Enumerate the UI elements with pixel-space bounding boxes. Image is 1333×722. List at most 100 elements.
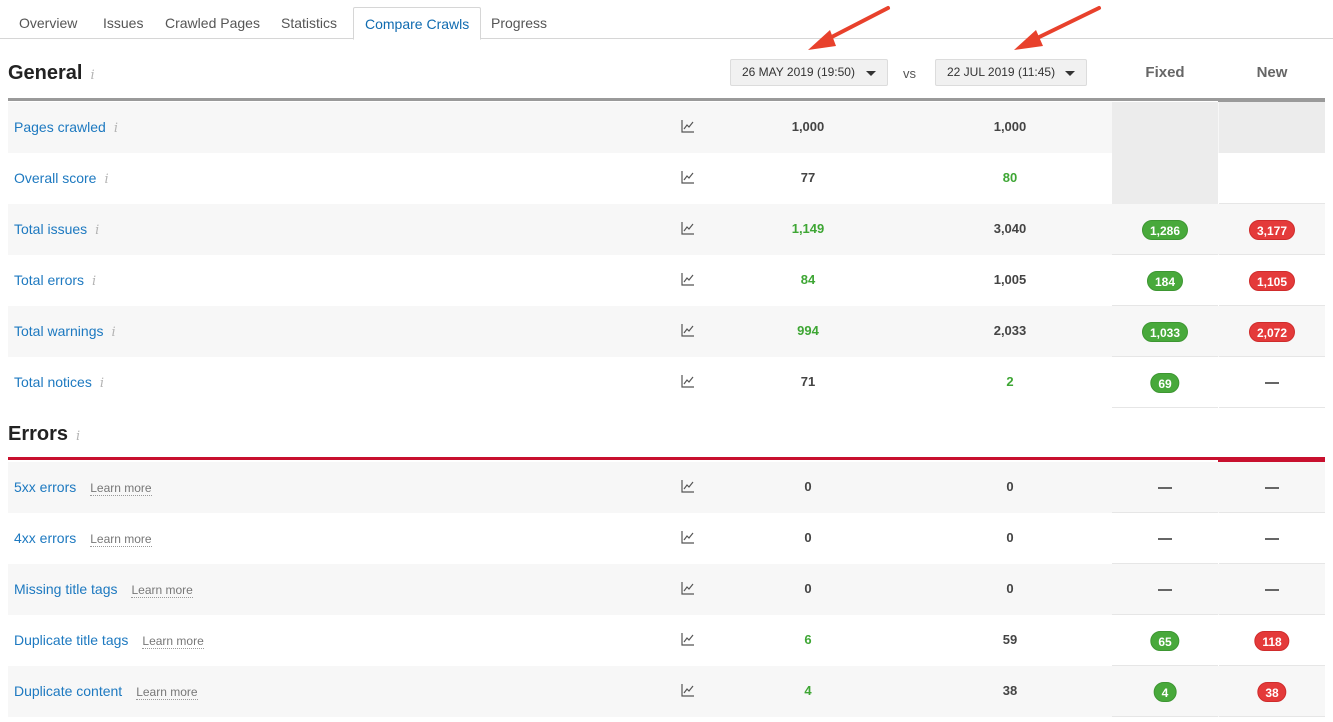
trend-chart-icon[interactable] [681,632,695,646]
crawl-b-value: 2,033 [993,323,1027,338]
annotation-arrow-icon [808,6,890,50]
row-label-link[interactable]: Missing title tags Learn more [14,581,193,598]
crawl-a-value: 994 [797,323,819,338]
new-cell [1219,153,1325,204]
new-column-header: New [1256,64,1288,81]
crawl-a-value: 71 [800,374,816,389]
row-label-link[interactable]: Overall score i [14,170,109,187]
learn-more-link[interactable]: Learn more [90,532,152,547]
trend-chart-icon[interactable] [681,683,695,697]
tab-bar: Overview Issues Crawled Pages Statistics… [0,0,1333,40]
trend-chart-icon[interactable] [681,221,695,235]
general-divider [8,98,1325,103]
empty-dash [1158,538,1172,540]
chevron-down-icon [1065,71,1075,76]
learn-more-link[interactable]: Learn more [90,481,152,496]
fixed-cell [1112,102,1218,153]
trend-chart-icon[interactable] [681,323,695,337]
errors-divider [8,457,1325,462]
trend-chart-icon[interactable] [681,170,695,184]
fixed-count-badge[interactable]: 1,286 [1141,220,1189,240]
info-icon[interactable]: i [95,223,99,238]
trend-chart-icon[interactable] [681,374,695,388]
info-icon[interactable]: i [112,325,116,340]
row-label-link[interactable]: Duplicate title tags Learn more [14,632,204,649]
new-cell: 2,072 [1219,306,1325,357]
fixed-cell: 4 [1112,666,1218,717]
row-label-link[interactable]: Total warnings i [14,323,116,340]
empty-dash [1265,382,1279,384]
crawl-a-value: 1,149 [791,221,825,236]
table-row: Overall score i 77 80 [8,153,1325,204]
crawl-date-a-dropdown[interactable]: 26 MAY 2019 (19:50) [730,59,888,86]
tab-progress[interactable]: Progress [480,8,558,39]
new-count-badge[interactable]: 38 [1257,682,1287,702]
crawl-date-a-value: 26 MAY 2019 (19:50) [742,65,855,79]
row-label-link[interactable]: Total notices i [14,374,104,391]
new-count-badge[interactable]: 2,072 [1248,322,1296,342]
crawl-b-value: 80 [1002,170,1018,185]
new-cell [1219,102,1325,153]
fixed-cell: 184 [1112,255,1218,306]
table-row: 5xx errors Learn more 0 0 [8,462,1325,513]
row-label-link[interactable]: Total issues i [14,221,99,238]
new-count-badge[interactable]: 118 [1254,631,1290,651]
crawl-date-b-value: 22 JUL 2019 (11:45) [947,65,1056,79]
crawl-b-value: 1,000 [993,119,1027,134]
trend-chart-icon[interactable] [681,119,695,133]
crawl-b-value: 38 [1002,683,1018,698]
empty-dash [1265,487,1279,489]
row-label-link[interactable]: 5xx errors Learn more [14,479,152,496]
crawl-b-value: 0 [1006,530,1014,545]
learn-more-link[interactable]: Learn more [142,634,204,649]
info-icon[interactable]: i [90,68,94,83]
trend-chart-icon[interactable] [681,479,695,493]
chevron-down-icon [866,71,876,76]
info-icon[interactable]: i [104,172,108,187]
crawl-b-value: 2 [1006,374,1014,389]
vs-label: vs [903,66,916,81]
crawl-b-value: 3,040 [993,221,1027,236]
fixed-count-badge[interactable]: 1,033 [1141,322,1189,342]
learn-more-link[interactable]: Learn more [131,583,193,598]
info-icon[interactable]: i [76,429,80,444]
tab-compare-crawls[interactable]: Compare Crawls [353,7,482,40]
fixed-count-badge[interactable]: 4 [1153,682,1177,702]
crawl-a-value: 1,000 [791,119,825,134]
new-cell [1219,357,1325,408]
table-row: Duplicate title tags Learn more 6 59 65 118 [8,615,1325,666]
row-label-link[interactable]: Pages crawled i [14,119,118,136]
table-row: Total warnings i 994 2,033 1,033 2,072 [8,306,1325,357]
new-count-badge[interactable]: 1,105 [1248,271,1296,291]
trend-chart-icon[interactable] [681,272,695,286]
fixed-cell: 1,286 [1112,204,1218,255]
general-section-title: General i [8,62,95,85]
new-count-badge[interactable]: 3,177 [1248,220,1296,240]
fixed-count-badge[interactable]: 184 [1146,271,1184,291]
info-icon[interactable]: i [92,274,96,289]
tab-crawled-pages[interactable]: Crawled Pages [154,8,271,39]
fixed-cell [1112,153,1218,204]
crawl-b-value: 0 [1006,581,1014,596]
row-label-link[interactable]: 4xx errors Learn more [14,530,152,547]
fixed-count-badge[interactable]: 65 [1150,631,1180,651]
fixed-cell: 1,033 [1112,306,1218,357]
new-cell: 118 [1219,615,1325,666]
table-row: Duplicate content Learn more 4 38 4 38 [8,666,1325,717]
row-label-link[interactable]: Total errors i [14,272,96,289]
fixed-count-badge[interactable]: 69 [1150,373,1180,393]
tab-issues[interactable]: Issues [92,8,154,39]
info-icon[interactable]: i [100,376,104,391]
crawl-date-b-dropdown[interactable]: 22 JUL 2019 (11:45) [935,59,1087,86]
new-cell [1219,564,1325,615]
row-label-link[interactable]: Duplicate content Learn more [14,683,198,700]
learn-more-link[interactable]: Learn more [136,685,198,700]
annotation-arrow-icon [1014,6,1101,50]
crawl-a-value: 77 [800,170,816,185]
tab-overview[interactable]: Overview [8,8,88,39]
trend-chart-icon[interactable] [681,530,695,544]
trend-chart-icon[interactable] [681,581,695,595]
info-icon[interactable]: i [114,121,118,136]
tab-statistics[interactable]: Statistics [270,8,348,39]
table-row: Missing title tags Learn more 0 0 [8,564,1325,615]
